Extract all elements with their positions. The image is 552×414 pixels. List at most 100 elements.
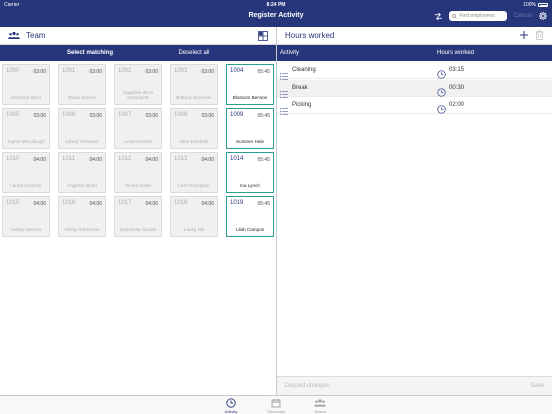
employee-card[interactable]: 1010 04:00 Laurel Oconnor <box>2 152 50 193</box>
tab-bar: Activity Timesheet Teams <box>0 395 552 414</box>
employee-hours: 03:00 <box>145 69 158 75</box>
employee-card[interactable]: 1013 04:00 Leel Thompson <box>170 152 218 193</box>
employee-card[interactable]: 1001 03:00 Tasha Bonner <box>58 64 106 105</box>
gear-icon[interactable] <box>538 11 548 21</box>
employee-number: 1019 <box>230 200 244 206</box>
tab-teams[interactable]: Teams <box>300 398 340 414</box>
employee-number: 1012 <box>118 156 132 162</box>
activity-row[interactable]: Cleaning 03:15 <box>277 62 552 80</box>
trash-icon[interactable] <box>535 30 544 40</box>
tab-activity[interactable]: Activity <box>211 398 251 414</box>
search-input[interactable]: Find employees <box>449 11 508 21</box>
employee-hours: 05:45 <box>257 201 270 207</box>
employee-card[interactable]: 1003 03:00 Brittany Emerson <box>170 64 218 105</box>
tab-label: Activity <box>224 409 238 414</box>
employee-hours: 04:00 <box>33 157 46 163</box>
cancel-button[interactable]: Cancel <box>513 13 532 19</box>
employee-card[interactable]: 1005 03:00 Jayme Mccullough <box>2 108 50 149</box>
employee-card[interactable]: 1011 04:00 Angelica Short <box>58 152 106 193</box>
activity-columns: Activity Hours worked <box>277 45 552 61</box>
employee-card[interactable]: 1016 04:00 Shelly Robertson <box>58 196 106 237</box>
employee-number: 1003 <box>174 68 188 74</box>
calendar-icon <box>271 399 281 408</box>
team-panel: Team Select matching Deselect all 1000 03… <box>0 27 276 395</box>
employee-number: 1006 <box>62 112 76 118</box>
employee-name: Brittany Emerson <box>176 95 212 101</box>
employee-card[interactable]: 1015 04:00 Lesley Herrera <box>2 196 50 237</box>
deselect-all-button[interactable]: Deselect all <box>176 50 212 56</box>
tab-timesheet[interactable]: Timesheet <box>256 398 296 414</box>
top-bar: Carrier 8:24 PM 100% Register Activity F… <box>0 0 552 27</box>
employee-number: 1018 <box>174 200 188 206</box>
activity-row[interactable]: Picking 02:00 <box>277 97 552 115</box>
employee-card[interactable]: 1012 04:00 Serina Keller <box>114 152 162 193</box>
clock-icon <box>437 101 446 119</box>
employee-hours: 03:00 <box>201 113 214 119</box>
team-title: Team <box>26 31 46 40</box>
activity-hours: 02:00 <box>449 102 465 108</box>
employee-hours: 05:45 <box>257 157 270 163</box>
nav-actions: Find employees Cancel <box>434 11 548 21</box>
employee-hours: 03:00 <box>89 113 102 119</box>
employee-card[interactable]: 1017 04:00 Quintessa Jacobs <box>114 196 162 237</box>
employee-name: Summer Hale <box>235 139 265 145</box>
employee-card[interactable]: 1008 03:00 Alice Edwards <box>170 108 218 149</box>
employee-number: 1014 <box>230 156 244 162</box>
employee-name: Lilah Campos <box>235 227 265 233</box>
employee-number: 1016 <box>62 200 76 206</box>
activity-hours: 03:15 <box>449 67 465 73</box>
employee-card[interactable]: 1018 04:00 Lacey Hill <box>170 196 218 237</box>
employee-card[interactable]: 1009 05:45 Summer Hale <box>226 108 274 149</box>
app-root: Carrier 8:24 PM 100% Register Activity F… <box>0 0 552 414</box>
battery-icon <box>538 3 548 7</box>
hours-title: Hours worked <box>285 31 335 40</box>
activity-hours: 00:30 <box>449 84 465 91</box>
discard-changes-button[interactable]: Discard changes <box>285 383 330 389</box>
employee-card[interactable]: 1004 05:45 Blossom Benson <box>226 64 274 105</box>
employee-number: 1009 <box>230 112 244 118</box>
employee-number: 1010 <box>6 156 20 162</box>
status-time: 8:24 PM <box>266 2 286 8</box>
employee-card[interactable]: 1014 05:45 Ina Lynch <box>226 152 274 193</box>
team-icon <box>8 31 20 40</box>
team-header: Team <box>0 27 276 45</box>
employee-name: Quintessa Jacobs <box>119 227 157 233</box>
select-matching-button[interactable]: Select matching <box>0 50 180 56</box>
employee-number: 1004 <box>230 68 244 74</box>
employee-name: Ina Lynch <box>240 183 260 189</box>
employee-name: Leel Thompson <box>178 183 210 189</box>
employee-name: Leilani Forbes <box>123 139 153 145</box>
employee-hours: 05:45 <box>257 69 270 75</box>
activity-row[interactable]: Break 00:30 <box>277 79 552 98</box>
hours-header: Hours worked <box>277 27 552 45</box>
employee-name: Blossom Benson <box>232 95 268 101</box>
employee-card[interactable]: 1007 03:00 Leilani Forbes <box>114 108 162 149</box>
employee-name: Jayme Mccullough <box>6 139 46 145</box>
tab-label: Teams <box>314 409 326 414</box>
employee-name: Shelly Robertson <box>64 227 100 233</box>
employee-hours: 03:00 <box>145 113 158 119</box>
grid-view-icon[interactable] <box>258 31 268 41</box>
activity-name: Break <box>292 84 308 91</box>
employee-name: Alice Edwards <box>179 139 209 145</box>
employee-card[interactable]: 1019 05:45 Lilah Campos <box>226 196 274 237</box>
employee-hours: 03:00 <box>201 69 214 75</box>
add-icon[interactable] <box>519 30 529 40</box>
save-button[interactable]: Save <box>530 383 544 389</box>
employee-number: 1017 <box>118 200 132 206</box>
search-placeholder: Find employees <box>459 13 495 19</box>
battery-percent: 100% <box>523 2 536 8</box>
activity-name: Picking <box>292 102 312 108</box>
employee-card[interactable]: 1006 03:00 Ashely Schwartz <box>58 108 106 149</box>
employee-hours: 04:00 <box>89 157 102 163</box>
swap-icon[interactable] <box>434 12 443 21</box>
employee-number: 1015 <box>6 200 20 206</box>
employee-hours: 05:45 <box>257 113 270 119</box>
employee-card[interactable]: 1000 03:00 Montana Stout <box>2 64 50 105</box>
employee-name: Sapphire de la Davenport <box>123 89 153 101</box>
employee-hours: 03:00 <box>33 113 46 119</box>
hours-panel: Hours worked Activity Hours worked Clean… <box>277 27 552 395</box>
employee-card[interactable]: 1002 03:00 Sapphire de la Davenport <box>114 64 162 105</box>
employee-hours: 04:00 <box>33 201 46 207</box>
employee-hours: 04:00 <box>201 201 214 207</box>
